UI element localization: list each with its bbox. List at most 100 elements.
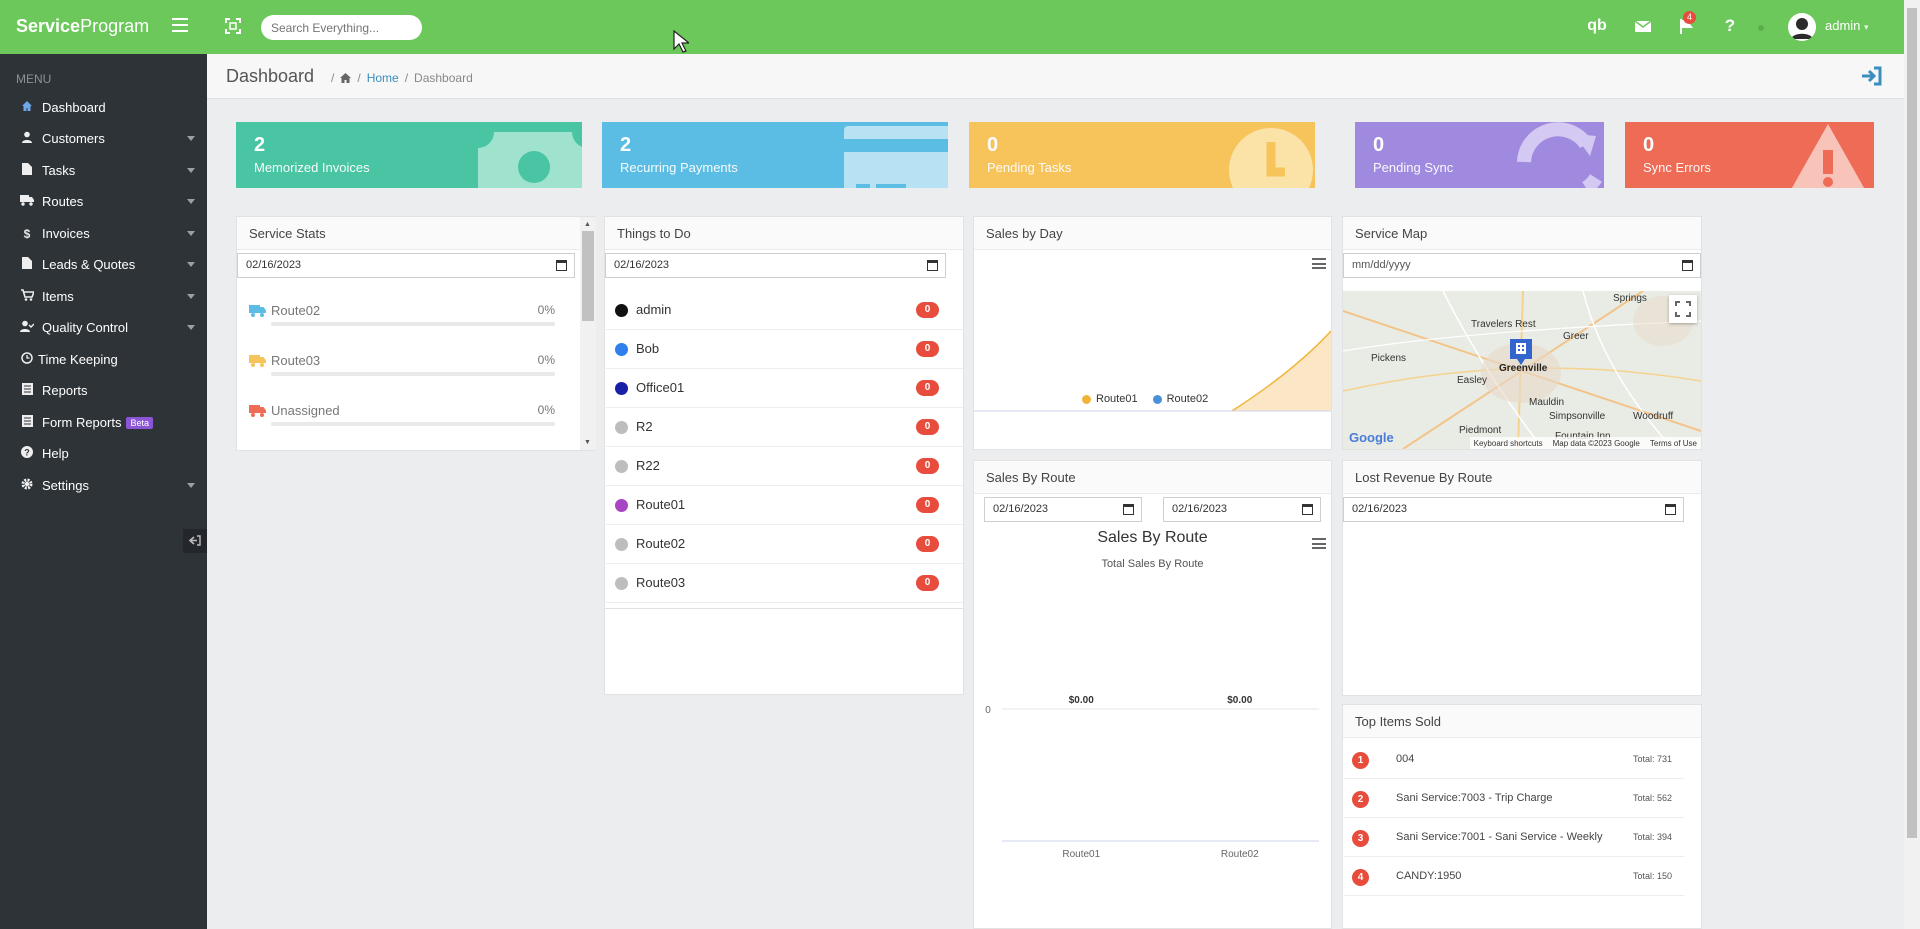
date-from-input[interactable]: 02/16/2023 [984,497,1142,522]
user-menu[interactable]: admin ▾ [1825,18,1869,33]
status-dot [615,343,628,356]
data-label: $0.00 [1227,695,1252,706]
sidebar-item-label: Quality Control [42,320,128,335]
status-dot [615,577,628,590]
x-tick-label: Route02 [1221,849,1259,860]
lost-revenue-date-input[interactable]: 02/16/2023 [1343,497,1684,522]
list-item[interactable]: R22 0 [606,447,963,486]
terms-link[interactable]: Terms of Use [1650,439,1697,448]
route-percent: 0% [537,403,555,417]
list-item[interactable]: Route03 0 [606,564,963,603]
list-item[interactable]: Route01 0 [606,486,963,525]
list-item[interactable]: Route02 0 [606,525,963,564]
service-stats-date-input[interactable]: 02/16/2023 [237,253,575,278]
user-check-icon [16,320,38,335]
sidebar-item-quality-control[interactable]: Quality Control [0,312,207,343]
credit-card-icon [844,126,948,188]
tile-recurring-payments[interactable]: 2 Recurring Payments [602,122,948,188]
date-value: 02/16/2023 [1172,503,1228,515]
date-value: 02/16/2023 [614,259,670,271]
top-navbar: ServiceProgram qb 4 ? admin ▾ [0,0,1904,54]
sidebar-item-settings[interactable]: Settings [0,470,207,501]
breadcrumb-home-link[interactable]: Home [367,71,399,85]
legend-label[interactable]: Route02 [1167,393,1209,405]
scrollbar-thumb[interactable] [582,231,594,321]
things-to-do-date-input[interactable]: 02/16/2023 [605,253,946,278]
date-placeholder: mm/dd/yyyy [1352,259,1411,271]
tile-pending-tasks[interactable]: 0 Pending Tasks [969,122,1315,188]
breadcrumb: / / Home / Dashboard [331,71,473,85]
brand-logo[interactable]: ServiceProgram [16,16,149,37]
map-fullscreen-button[interactable] [1669,295,1697,323]
calendar-icon[interactable] [927,260,938,271]
calendar-icon[interactable] [1682,260,1693,271]
chevron-down-icon [187,294,195,299]
map-marker-icon[interactable] [1510,339,1532,365]
sidebar-item-leads-quotes[interactable]: Leads & Quotes [0,249,207,280]
list-item[interactable]: 4 CANDY:1950 Total: 150 [1344,857,1684,896]
status-dot [615,499,628,512]
gear-icon [16,478,38,493]
sign-out-icon[interactable] [1860,66,1882,86]
home-icon[interactable] [340,73,352,83]
sidebar-item-customers[interactable]: Customers [0,123,207,154]
tile-sync-errors[interactable]: 0 Sync Errors [1625,122,1874,188]
list-item[interactable]: 3 Sani Service:7001 - Sani Service - Week… [1344,818,1684,857]
list-item[interactable]: 1 004 Total: 731 [1344,740,1684,779]
quickbooks-icon[interactable]: qb [1587,16,1607,36]
tile-pending-sync[interactable]: 0 Pending Sync [1355,122,1604,188]
collapse-sidebar-button[interactable] [183,529,207,553]
route-name: Route03 [271,353,321,368]
sidebar-item-routes[interactable]: Routes [0,186,207,217]
sidebar-item-invoices[interactable]: $ Invoices [0,218,207,249]
item-total: Total: 150 [1632,871,1672,881]
user-icon [16,131,38,146]
fullscreen-icon[interactable] [225,18,241,34]
tile-memorized-invoices[interactable]: 2 Memorized Invoices [236,122,582,188]
list-item[interactable]: R2 0 [606,408,963,447]
sidebar-toggle-icon[interactable] [172,18,188,32]
calendar-icon[interactable] [556,260,567,271]
avatar[interactable] [1788,13,1816,41]
sidebar-item-time-keeping[interactable]: Time Keeping [0,344,207,375]
route-stat-row: Route03 0% [249,353,579,377]
sidebar-item-items[interactable]: Items [0,281,207,312]
sidebar-item-form-reports[interactable]: Form Reports Beta [0,407,207,438]
sidebar-item-label: Leads & Quotes [42,257,136,272]
search-input[interactable] [261,15,422,40]
calendar-icon[interactable] [1302,504,1313,515]
item-total: Total: 394 [1632,832,1672,842]
chart-legend: Route01 Route02 [1082,393,1208,405]
scrollbar-thumb[interactable] [1907,8,1917,838]
calendar-icon[interactable] [1123,504,1134,515]
service-map-date-input[interactable]: mm/dd/yyyy [1343,253,1701,278]
tile-value: 2 [620,134,632,156]
page-scrollbar[interactable] [1904,0,1920,929]
panel-title: Top Items Sold [1343,705,1701,738]
map-label: Greer [1563,331,1589,342]
tile-caption: Pending Tasks [987,160,1072,175]
map-view[interactable]: Springs Travelers Rest Greer Pickens Eas… [1343,291,1701,449]
sidebar-item-dashboard[interactable]: Dashboard [0,92,207,123]
mail-icon[interactable] [1633,16,1653,36]
tile-value: 2 [254,134,266,156]
list-item[interactable]: 2 Sani Service:7003 - Trip Charge Total: 5… [1344,779,1684,818]
list-item[interactable]: Office01 0 [606,369,963,408]
data-label: $0.00 [1069,695,1094,706]
keyboard-shortcuts-link[interactable]: Keyboard shortcuts [1474,439,1543,448]
sidebar-item-label: Reports [42,383,88,398]
list-item[interactable]: Bob 0 [606,330,963,369]
sidebar-item-tasks[interactable]: Tasks [0,155,207,186]
panel-scrollbar[interactable]: ▲ ▼ [580,217,596,450]
truck-icon [249,355,266,367]
calendar-icon[interactable] [1665,504,1676,515]
legend-label[interactable]: Route01 [1096,393,1138,405]
sidebar-item-help[interactable]: ? Help [0,438,207,469]
date-to-input[interactable]: 02/16/2023 [1163,497,1321,522]
help-icon[interactable]: ? [1720,16,1740,36]
warning-icon [1791,124,1865,188]
sidebar-item-label: Routes [42,194,84,209]
list-item[interactable]: admin 0 [606,291,963,330]
sidebar-item-reports[interactable]: Reports [0,375,207,406]
panel-title: Service Stats [237,217,595,250]
